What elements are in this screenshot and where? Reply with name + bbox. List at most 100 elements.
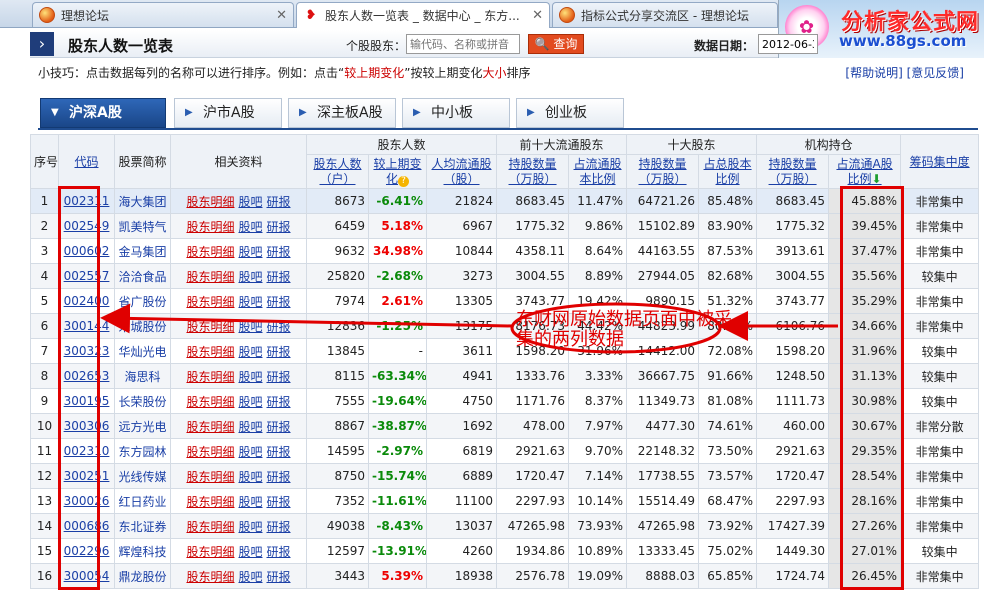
stock-forum-link[interactable]: 股吧 [238, 195, 262, 209]
research-report-link[interactable]: 研报 [267, 545, 291, 559]
holder-detail-link[interactable]: 股东明细 [186, 245, 234, 259]
stock-code-link[interactable]: 300251 [58, 463, 115, 489]
stock-name-link[interactable]: 省广股份 [114, 288, 171, 314]
help-link[interactable]: [帮助说明] [845, 66, 902, 80]
tab-sme-board[interactable]: ▶ 中小板 [402, 98, 510, 128]
stock-code-link[interactable]: 002311 [58, 188, 115, 214]
stock-forum-link[interactable]: 股吧 [238, 220, 262, 234]
table-row[interactable]: 11 002310 东方园林 股东明细 股吧 研报 14595 -2.97% 6819 292… [30, 438, 980, 464]
feedback-link[interactable]: [意见反馈] [907, 66, 964, 80]
stock-name-link[interactable]: 洽洽食品 [114, 263, 171, 289]
holder-detail-link[interactable]: 股东明细 [186, 370, 234, 384]
research-report-link[interactable]: 研报 [267, 395, 291, 409]
stock-name-link[interactable]: 远方光电 [114, 413, 171, 439]
table-row[interactable]: 12 300251 光线传媒 股东明细 股吧 研报 8750 -15.74% 6889 172… [30, 463, 980, 489]
stock-name-link[interactable]: 光线传媒 [114, 463, 171, 489]
col-change[interactable]: 较上期变化? [368, 154, 427, 189]
stock-forum-link[interactable]: 股吧 [238, 370, 262, 384]
stock-code-link[interactable]: 300323 [58, 338, 115, 364]
col-code[interactable]: 代码 [58, 134, 115, 189]
holder-detail-link[interactable]: 股东明细 [186, 520, 234, 534]
stock-code-link[interactable]: 002400 [58, 288, 115, 314]
stock-code-link[interactable]: 002310 [58, 438, 115, 464]
browser-tab-1[interactable]: 理想论坛 ✕ [32, 2, 294, 27]
table-row[interactable]: 7 300323 华灿光电 股东明细 股吧 研报 13845-3611 1598.20 31… [30, 338, 980, 364]
stock-code-link[interactable]: 002549 [58, 213, 115, 239]
stock-forum-link[interactable]: 股吧 [238, 520, 262, 534]
stock-code-link[interactable]: 000686 [58, 513, 115, 539]
research-report-link[interactable]: 研报 [267, 470, 291, 484]
research-report-link[interactable]: 研报 [267, 520, 291, 534]
table-row[interactable]: 5 002400 省广股份 股东明细 股吧 研报 7974 2.61% 13305 3743.… [30, 288, 980, 314]
holder-detail-link[interactable]: 股东明细 [186, 195, 234, 209]
table-row[interactable]: 6 300144 宋城股份 股东明细 股吧 研报 12836 -1.25% 13175 817… [30, 313, 980, 339]
table-row[interactable]: 3 000602 金马集团 股东明细 股吧 研报 9632 34.98% 10844 4358… [30, 238, 980, 264]
holder-detail-link[interactable]: 股东明细 [186, 345, 234, 359]
holder-detail-link[interactable]: 股东明细 [186, 420, 234, 434]
stock-code-link[interactable]: 300306 [58, 413, 115, 439]
holder-detail-link[interactable]: 股东明细 [186, 570, 234, 584]
research-report-link[interactable]: 研报 [267, 570, 291, 584]
stock-name-link[interactable]: 金马集团 [114, 238, 171, 264]
research-report-link[interactable]: 研报 [267, 270, 291, 284]
holder-detail-link[interactable]: 股东明细 [186, 445, 234, 459]
tab-gem-board[interactable]: ▶ 创业板 [516, 98, 624, 128]
table-row[interactable]: 14 000686 东北证券 股东明细 股吧 研报 49038 -8.43% 13037 47… [30, 513, 980, 539]
stock-forum-link[interactable]: 股吧 [238, 295, 262, 309]
help-icon[interactable]: ? [398, 175, 409, 187]
stock-forum-link[interactable]: 股吧 [238, 245, 262, 259]
stock-forum-link[interactable]: 股吧 [238, 445, 262, 459]
stock-forum-link[interactable]: 股吧 [238, 470, 262, 484]
stock-code-link[interactable]: 300026 [58, 488, 115, 514]
browser-tab-2[interactable]: ❥ 股东人数一览表 _ 数据中心 _ 东方... ✕ [296, 2, 550, 28]
stock-forum-link[interactable]: 股吧 [238, 570, 262, 584]
stock-name-link[interactable]: 红日药业 [114, 488, 171, 514]
date-input[interactable] [758, 34, 818, 54]
col-concentration[interactable]: 筹码集中度 [900, 134, 980, 189]
table-row[interactable]: 2 002549 凯美特气 股东明细 股吧 研报 6459 5.18% 6967 1775.3… [30, 213, 980, 239]
research-report-link[interactable]: 研报 [267, 495, 291, 509]
stock-forum-link[interactable]: 股吧 [238, 270, 262, 284]
stock-name-link[interactable]: 宋城股份 [114, 313, 171, 339]
col-inst-shares[interactable]: 持股数量（万股） [756, 154, 830, 189]
stock-name-link[interactable]: 辉煌科技 [114, 538, 171, 564]
stock-forum-link[interactable]: 股吧 [238, 495, 262, 509]
stock-code-link[interactable]: 002557 [58, 263, 115, 289]
stock-code-link[interactable]: 000602 [58, 238, 115, 264]
stock-name-link[interactable]: 长荣股份 [114, 388, 171, 414]
col-inst-ratio[interactable]: 占流通A股比例⬇ [828, 154, 902, 189]
stock-name-link[interactable]: 华灿光电 [114, 338, 171, 364]
research-report-link[interactable]: 研报 [267, 445, 291, 459]
col-t10f-shares[interactable]: 持股数量（万股） [496, 154, 570, 189]
stock-code-link[interactable]: 300144 [58, 313, 115, 339]
col-t10-ratio[interactable]: 占总股本比例 [698, 154, 758, 189]
stock-code-link[interactable]: 002296 [58, 538, 115, 564]
holder-detail-link[interactable]: 股东明细 [186, 395, 234, 409]
research-report-link[interactable]: 研报 [267, 345, 291, 359]
stock-code-link[interactable]: 002653 [58, 363, 115, 389]
stock-search-input[interactable] [406, 34, 520, 54]
stock-name-link[interactable]: 凯美特气 [114, 213, 171, 239]
stock-forum-link[interactable]: 股吧 [238, 345, 262, 359]
col-per-capita[interactable]: 人均流通股（股） [425, 154, 498, 189]
col-t10f-ratio[interactable]: 占流通股本比例 [568, 154, 628, 189]
close-tab-icon[interactable]: ✕ [532, 8, 543, 23]
tab-sz-main-a[interactable]: ▶ 深主板A股 [288, 98, 396, 128]
table-row[interactable]: 1 002311 海大集团 股东明细 股吧 研报 8673 -6.41% 21824 8683… [30, 188, 980, 214]
table-row[interactable]: 10 300306 远方光电 股东明细 股吧 研报 8867 -38.87% 1692 478… [30, 413, 980, 439]
table-row[interactable]: 4 002557 洽洽食品 股东明细 股吧 研报 25820 -2.68% 3273 3004… [30, 263, 980, 289]
research-report-link[interactable]: 研报 [267, 370, 291, 384]
holder-detail-link[interactable]: 股东明细 [186, 270, 234, 284]
stock-forum-link[interactable]: 股吧 [238, 545, 262, 559]
table-row[interactable]: 8 002653 海思科 股东明细 股吧 研报 8115 -63.34% 4941 1333.… [30, 363, 980, 389]
close-tab-icon[interactable]: ✕ [276, 8, 287, 23]
stock-code-link[interactable]: 300054 [58, 563, 115, 589]
query-button[interactable]: 🔍 查询 [528, 34, 584, 54]
research-report-link[interactable]: 研报 [267, 320, 291, 334]
col-t10-shares[interactable]: 持股数量（万股） [626, 154, 700, 189]
research-report-link[interactable]: 研报 [267, 295, 291, 309]
tab-sh-a[interactable]: ▶ 沪市A股 [174, 98, 282, 128]
table-row[interactable]: 15 002296 辉煌科技 股东明细 股吧 研报 12597 -13.91% 4260 19… [30, 538, 980, 564]
holder-detail-link[interactable]: 股东明细 [186, 545, 234, 559]
stock-name-link[interactable]: 鼎龙股份 [114, 563, 171, 589]
